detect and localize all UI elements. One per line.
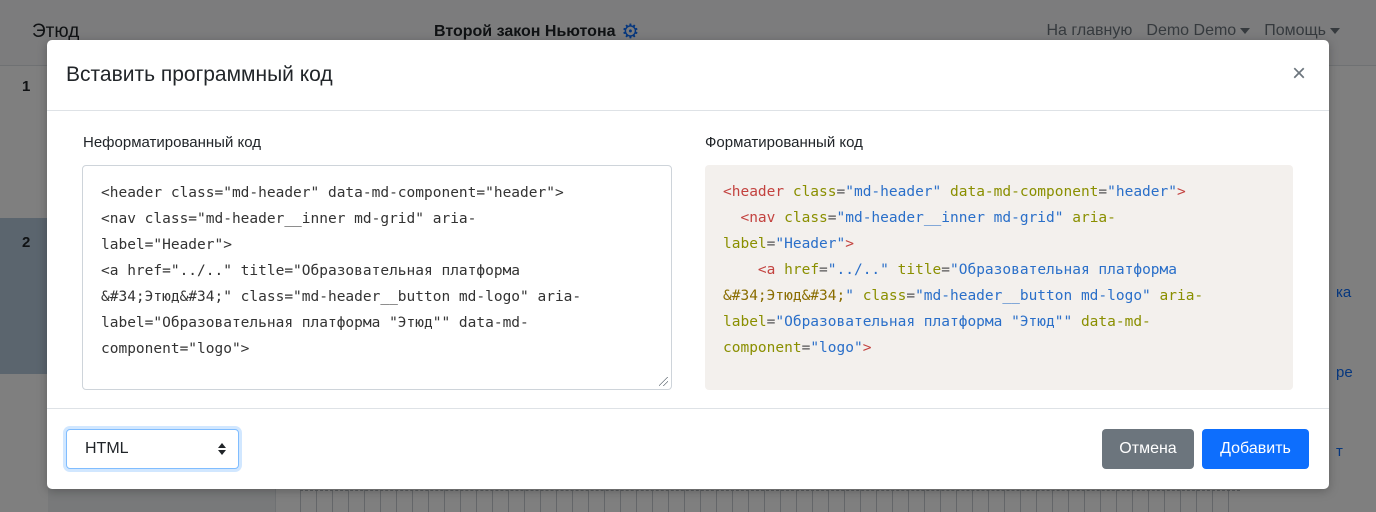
add-button[interactable]: Добавить [1202,429,1309,469]
dialog-header: Вставить программный код × [47,40,1329,111]
raw-code-line: <a href="../.." title="Образовательная п… [101,263,521,279]
raw-code-textarea[interactable]: <header class="md-header" data-md-compon… [82,165,672,390]
code-token: "logo" [810,340,863,356]
formatted-code-preview: <header class="md-header" data-md-compon… [705,165,1293,390]
formatted-code-line: <a href="../.." title="Образовательная п… [723,257,1275,283]
code-token: "Образовательная платформа [950,262,1177,278]
code-token: <a [757,262,776,278]
code-token: aria- [1072,210,1116,226]
code-token: = [819,262,828,278]
code-token: = [801,340,811,356]
raw-code-line: label="Образовательная платформа "Этюд""… [101,315,529,331]
code-token: "md-header__button md-logo" [915,288,1151,304]
code-token: class [792,184,837,200]
formatted-code-line: label="Образовательная платформа "Этюд""… [723,309,1275,335]
code-token: aria- [1159,288,1204,304]
formatted-code-line: label="Header"> [723,231,1275,257]
raw-code-line: component="logo"> [101,341,250,357]
close-icon[interactable]: × [1285,60,1313,88]
code-token: &#34;Этюд&#34; [723,288,846,304]
code-token: = [827,210,837,226]
formatted-code-line: <header class="md-header" data-md-compon… [723,179,1275,205]
raw-code-line: <header class="md-header" data-md-compon… [101,185,564,201]
code-token: data-md- [1080,314,1151,330]
code-token: <header [723,184,785,200]
dialog-footer: HTML Отмена Добавить [47,408,1329,489]
formatted-code-line: &#34;Этюд&#34;" class="md-header__button… [723,283,1275,309]
language-select-value: HTML [85,440,129,457]
code-token: data-md-component [950,184,1099,200]
code-token: "md-header__inner md-grid" [836,210,1064,226]
formatted-code-line: component="logo"> [723,335,1275,361]
dialog-title: Вставить программный код [66,63,333,86]
code-token: = [836,184,846,200]
raw-code-line: &#34;Этюд&#34;" class="md-header__button… [101,289,582,305]
code-token: component [723,340,802,356]
code-token: label [723,236,767,252]
raw-code-label: Неформатированный код [83,134,261,151]
updown-arrows-icon [218,443,226,455]
language-select[interactable]: HTML [66,429,239,469]
code-token: "header" [1107,184,1177,200]
code-token: title [897,262,942,278]
code-token: class [862,288,907,304]
code-token: > [1176,184,1186,200]
code-token: "md-header" [845,184,942,200]
dialog-body: Неформатированный код Форматированный ко… [47,111,1329,408]
raw-code-line: label="Header"> [101,237,232,253]
insert-code-dialog: Вставить программный код × Неформатирова… [47,40,1329,489]
code-token: <nav [740,210,776,226]
code-token: "Образовательная платформа "Этюд"" [775,314,1073,330]
code-token: = [1098,184,1108,200]
resize-grip-icon[interactable] [659,377,668,386]
formatted-code-label: Форматированный код [705,134,863,151]
code-token: > [845,236,854,252]
code-token: " [845,288,854,304]
code-token: label [723,314,767,330]
code-token: = [906,288,916,304]
code-token: "../.." [827,262,889,278]
code-token: = [941,262,951,278]
code-token: "Header" [775,236,846,252]
cancel-button[interactable]: Отмена [1102,429,1194,469]
formatted-code-line: <nav class="md-header__inner md-grid" ar… [723,205,1275,231]
code-token: class [784,210,828,226]
code-token: href [784,262,820,278]
code-token: > [862,340,872,356]
raw-code-line: <nav class="md-header__inner md-grid" ar… [101,211,477,227]
